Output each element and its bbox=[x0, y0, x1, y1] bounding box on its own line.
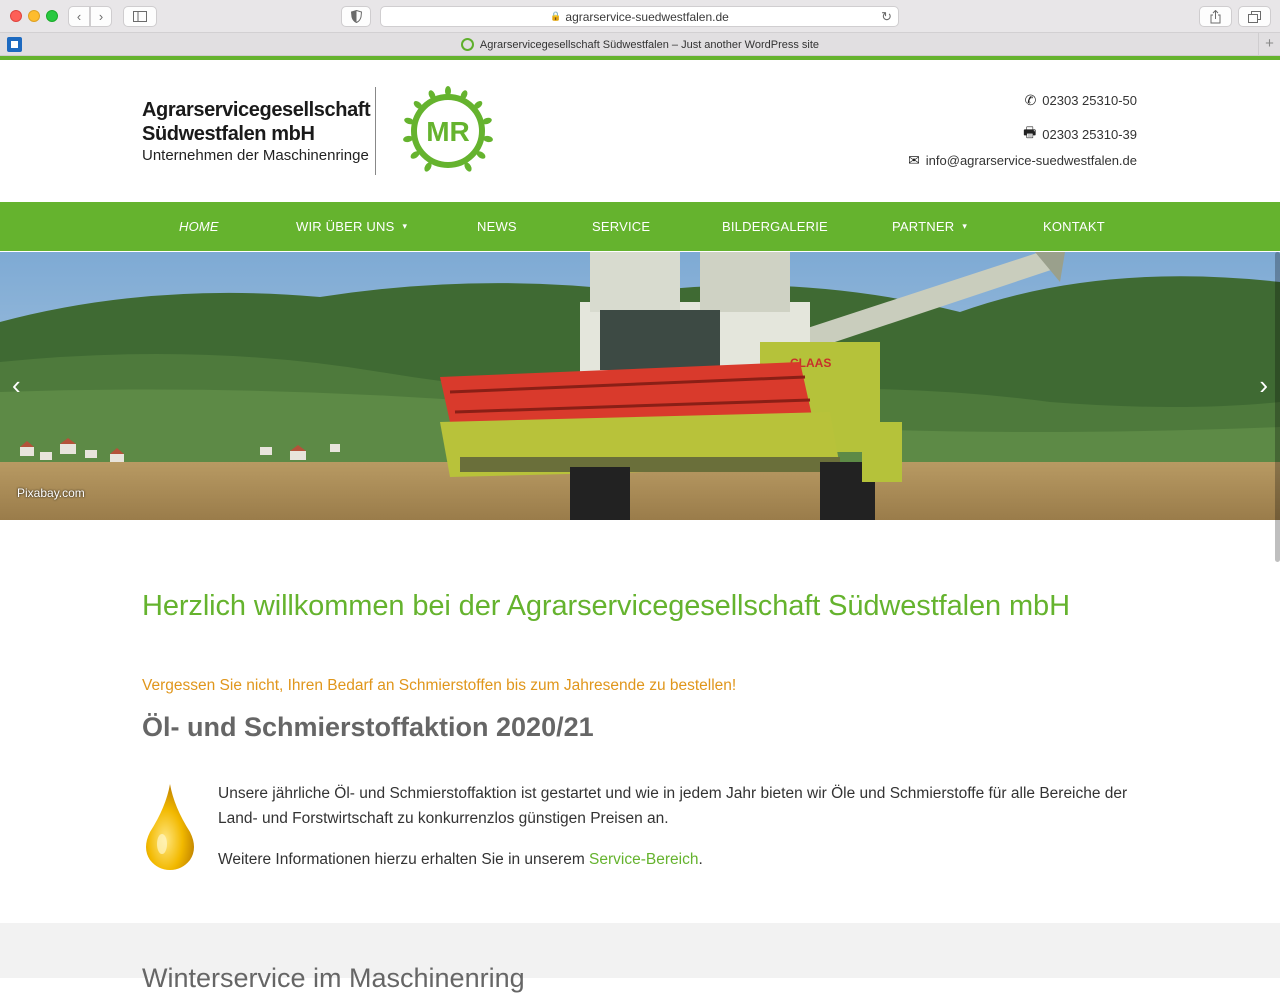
tab-bar: Agrarservicegesellschaft Südwestfalen – … bbox=[0, 33, 1280, 56]
envelope-icon: ✉ bbox=[908, 152, 920, 168]
more-info-paragraph: Weitere Informationen hierzu erhalten Si… bbox=[218, 847, 1138, 872]
welcome-heading: Herzlich willkommen bei der Agrarservice… bbox=[142, 590, 1070, 622]
phone-contact[interactable]: ✆ 02303 25310-50 bbox=[1025, 92, 1137, 109]
fax-number: 02303 25310-39 bbox=[1042, 126, 1137, 142]
sidebar-icon bbox=[133, 11, 147, 22]
nav-label: KONTAKT bbox=[1043, 219, 1105, 234]
close-window-button[interactable] bbox=[10, 10, 22, 22]
address-bar[interactable]: 🔒 agrarservice-suedwestfalen.de ↻ bbox=[380, 6, 899, 27]
sidebar-button[interactable] bbox=[123, 6, 157, 27]
logo-tagline: Unternehmen der Maschinenringe bbox=[142, 147, 369, 164]
chevron-left-icon: ‹ bbox=[12, 370, 21, 400]
oil-campaign-paragraph: Unsere jährliche Öl- und Schmierstoffakt… bbox=[218, 785, 1128, 827]
tabs-overview-button[interactable] bbox=[1238, 6, 1271, 27]
mr-logo-text: MR bbox=[426, 116, 470, 147]
privacy-button[interactable] bbox=[341, 6, 371, 27]
winter-service-section: Winterservice im Maschinenring bbox=[0, 923, 1280, 993]
email-contact[interactable]: ✉ info@agrarservice-suedwestfalen.de bbox=[908, 152, 1137, 169]
logo-line-2: Südwestfalen mbH bbox=[142, 123, 315, 145]
chevron-down-icon: ▾ bbox=[962, 221, 968, 231]
oil-campaign-title: Öl- und Schmierstoffaktion 2020/21 bbox=[142, 712, 594, 742]
url-text: agrarservice-suedwestfalen.de bbox=[565, 9, 729, 24]
share-button[interactable] bbox=[1199, 6, 1232, 27]
nav-item-news[interactable]: NEWS bbox=[477, 202, 517, 251]
slider-prev-button[interactable]: ‹ bbox=[12, 370, 21, 401]
nav-label: SERVICE bbox=[592, 219, 651, 234]
browser-toolbar: ‹ › 🔒 agrarservice-suedwestfalen.de ↻ bbox=[0, 0, 1280, 33]
hero-slider: CLAAS ‹ › Pixabay.com bbox=[0, 252, 1280, 520]
winter-service-title: Winterservice im Maschinenring bbox=[142, 963, 525, 993]
fax-contact: 🖶 02303 25310-39 bbox=[1023, 122, 1137, 146]
logo-line-1: Agrarservicegesellschaft bbox=[142, 99, 371, 121]
forward-button[interactable]: › bbox=[90, 6, 112, 27]
nav-item-home[interactable]: HOME bbox=[179, 202, 219, 251]
nav-label: NEWS bbox=[477, 219, 517, 234]
chevron-left-icon: ‹ bbox=[76, 9, 82, 24]
nav-item-kontakt[interactable]: KONTAKT bbox=[1043, 202, 1105, 251]
lock-icon: 🔒 bbox=[550, 11, 562, 21]
chevron-down-icon: ▾ bbox=[402, 221, 408, 231]
main-navigation: HOME WIR ÜBER UNS ▾ NEWS SERVICE BILDERGA… bbox=[0, 202, 1280, 251]
email-address: info@agrarservice-suedwestfalen.de bbox=[925, 153, 1137, 168]
nav-item-partner[interactable]: PARTNER ▾ bbox=[892, 202, 967, 251]
more-info-suffix: . bbox=[698, 851, 703, 868]
chevron-right-icon: › bbox=[1259, 370, 1268, 400]
nav-item-service[interactable]: SERVICE bbox=[592, 202, 650, 251]
site-favicon-icon bbox=[460, 38, 474, 51]
nav-item-wir-ueber-uns[interactable]: WIR ÜBER UNS ▾ bbox=[296, 202, 407, 251]
new-tab-button[interactable]: + bbox=[1258, 33, 1280, 56]
slider-next-button[interactable]: › bbox=[1259, 370, 1268, 401]
chevron-right-icon: › bbox=[98, 9, 104, 24]
tab-title-text: Agrarservicegesellschaft Südwestfalen – … bbox=[479, 38, 820, 51]
combine-harvester-image: CLAAS bbox=[0, 252, 1280, 520]
nav-label: PARTNER bbox=[892, 219, 955, 234]
zoom-window-button[interactable] bbox=[46, 10, 58, 22]
mr-logo-icon[interactable]: MR bbox=[402, 85, 494, 177]
active-tab[interactable]: Agrarservicegesellschaft Südwestfalen – … bbox=[0, 33, 1280, 56]
image-credit: Pixabay.com bbox=[17, 486, 85, 500]
oil-drop-icon bbox=[146, 784, 194, 870]
reload-icon[interactable]: ↻ bbox=[881, 9, 892, 25]
tabs-icon bbox=[1248, 10, 1261, 23]
company-logo-text[interactable]: Agrarservicegesellschaft Südwestfalen mb… bbox=[142, 98, 371, 166]
back-button[interactable]: ‹ bbox=[68, 6, 90, 27]
printer-icon: 🖶 bbox=[1023, 124, 1037, 140]
service-link[interactable]: Service-Bereich bbox=[589, 851, 698, 868]
minimize-window-button[interactable] bbox=[28, 10, 40, 22]
share-icon bbox=[1210, 9, 1221, 23]
nav-item-bildergalerie[interactable]: BILDERGALERIE bbox=[722, 202, 828, 251]
page-scrollbar[interactable] bbox=[1275, 252, 1280, 562]
phone-number: 02303 25310-50 bbox=[1042, 93, 1137, 108]
nav-label: WIR ÜBER UNS bbox=[296, 219, 395, 234]
more-info-text: Weitere Informationen hierzu erhalten Si… bbox=[218, 851, 590, 868]
reminder-text: Vergessen Sie nicht, Ihren Bedarf an Sch… bbox=[142, 677, 737, 694]
nav-label: BILDERGALERIE bbox=[722, 219, 828, 234]
shield-icon bbox=[350, 10, 362, 23]
site-header: Agrarservicegesellschaft Südwestfalen mb… bbox=[0, 60, 1280, 202]
nav-label: HOME bbox=[179, 219, 219, 234]
logo-divider bbox=[375, 87, 376, 175]
phone-icon: ✆ bbox=[1024, 92, 1037, 108]
